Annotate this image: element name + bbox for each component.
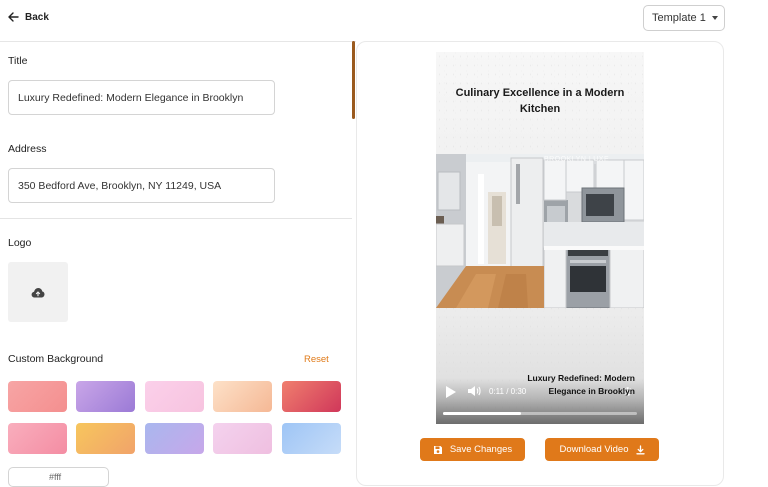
section-divider (0, 218, 352, 219)
kitchen-image: BROOKLYN LUXE (436, 154, 644, 308)
background-swatch[interactable] (145, 381, 204, 412)
custom-background-label: Custom Background (8, 353, 104, 365)
back-button[interactable]: Back (7, 11, 49, 23)
download-video-button[interactable]: Download Video (545, 438, 659, 461)
address-input[interactable]: 350 Bedford Ave, Brooklyn, NY 11249, USA (8, 168, 275, 203)
save-icon (433, 445, 442, 454)
background-swatch[interactable] (76, 423, 135, 454)
chevron-down-icon (711, 16, 718, 20)
video-caption: Luxury Redefined: Modern Elegance in Bro… (527, 373, 635, 396)
back-label: Back (25, 11, 49, 23)
template-selected-value: Template 1 (652, 12, 706, 24)
save-changes-label: Save Changes (449, 444, 513, 455)
logo-upload-button[interactable] (8, 262, 68, 322)
template-select[interactable]: Template 1 (643, 5, 725, 31)
reset-background-button[interactable]: Reset (304, 354, 329, 365)
logo-overlay: BROOKLYN LUXE (544, 156, 610, 163)
hex-color-input[interactable]: #fff (8, 467, 109, 487)
play-icon[interactable] (446, 386, 456, 398)
volume-icon[interactable] (467, 385, 481, 397)
background-swatch[interactable] (8, 423, 67, 454)
cloud-upload-icon (31, 287, 45, 297)
background-swatch[interactable] (282, 381, 341, 412)
address-label: Address (8, 143, 47, 155)
title-input[interactable]: Luxury Redefined: Modern Elegance in Bro… (8, 80, 275, 115)
background-swatch[interactable] (282, 423, 341, 454)
download-icon (635, 444, 645, 454)
video-progress-fill (443, 412, 521, 415)
save-changes-button[interactable]: Save Changes (420, 438, 525, 461)
background-swatch[interactable] (213, 381, 272, 412)
editor-scrollbar[interactable] (352, 41, 355, 119)
video-title: Culinary Excellence in a Modern Kitchen (455, 87, 625, 115)
video-preview[interactable]: Culinary Excellence in a Modern Kitchen (436, 52, 644, 424)
arrow-left-icon (8, 12, 19, 22)
download-video-label: Download Video (559, 444, 629, 455)
background-swatch[interactable] (8, 381, 67, 412)
background-swatch[interactable] (213, 423, 272, 454)
background-swatch[interactable] (145, 423, 204, 454)
top-bar: Back Template 1 (0, 0, 768, 40)
logo-label: Logo (8, 237, 32, 249)
background-swatch[interactable] (76, 381, 135, 412)
title-label: Title (8, 55, 28, 67)
video-progress-bar[interactable] (443, 412, 637, 415)
